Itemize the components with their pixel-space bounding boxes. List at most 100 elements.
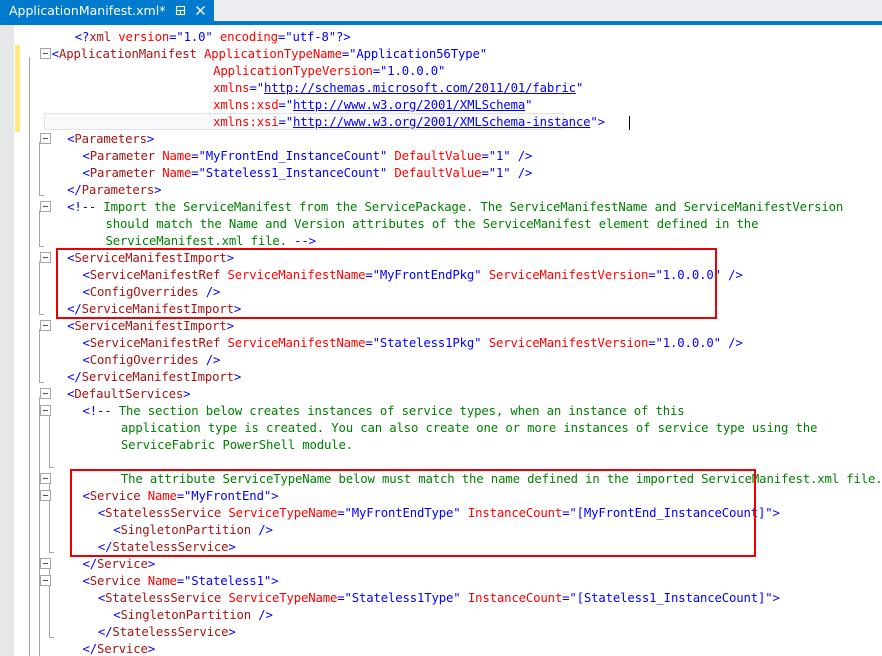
code-token-val: "[MyFrontEnd_InstanceCount]" xyxy=(569,506,772,520)
code-token-tag: ApplicationManifest xyxy=(59,47,197,61)
code-token-val: "1.0.0.0" xyxy=(380,64,445,78)
code-token-punct: > xyxy=(147,132,154,146)
code-token-attr: ServiceTypeName xyxy=(228,591,337,605)
code-token-punct: </ xyxy=(67,183,82,197)
code-text-layer[interactable]: <?xml version="1.0" encoding="utf-8"?><A… xyxy=(0,25,882,656)
code-token-val: "1.0.0.0" xyxy=(656,268,721,282)
code-line[interactable]: xmlns:xsd="http://www.w3.org/2001/XMLSch… xyxy=(213,97,532,114)
code-token-punct: > xyxy=(598,115,605,129)
code-token-val: "MyFrontEnd" xyxy=(184,489,271,503)
code-token-punct: > xyxy=(148,557,155,571)
code-line[interactable]: <SingletonPartition /> xyxy=(113,607,273,624)
code-line[interactable]: <StatelessService ServiceTypeName="State… xyxy=(98,590,780,607)
code-token-attr: ServiceTypeName xyxy=(228,506,337,520)
code-token-cdelim: <!-- xyxy=(82,404,111,418)
code-token-punct: = xyxy=(249,81,256,95)
code-token-punct: = xyxy=(365,336,372,350)
code-token-tag: ServiceManifestImport xyxy=(82,302,234,316)
code-token-val: "1.0" xyxy=(176,30,212,44)
code-line[interactable]: <ConfigOverrides /> xyxy=(82,352,220,369)
code-token-text xyxy=(481,268,488,282)
code-editor-surface[interactable]: <?xml version="1.0" encoding="utf-8"?><A… xyxy=(0,25,882,656)
code-line[interactable]: should match the Name and Version attrib… xyxy=(106,216,759,233)
code-token-tag: ServiceManifestImport xyxy=(74,319,226,333)
code-token-punct: </ xyxy=(82,642,97,656)
code-token-punct: /> xyxy=(258,523,273,537)
code-token-attr: xmlns xyxy=(213,81,249,95)
code-line[interactable]: <StatelessService ServiceTypeName="MyFro… xyxy=(98,505,780,522)
code-token-text xyxy=(461,506,468,520)
code-token-text xyxy=(197,47,204,61)
code-token-punct: > xyxy=(227,319,234,333)
code-token-val: " xyxy=(286,115,293,129)
code-line[interactable]: </StatelessService> xyxy=(98,624,236,641)
code-token-attr: ApplicationTypeName xyxy=(204,47,342,61)
code-token-punct: < xyxy=(82,489,89,503)
code-token-val: "[Stateless1_InstanceCount]" xyxy=(569,591,772,605)
code-token-text xyxy=(510,149,517,163)
code-token-tag: ServiceManifestImport xyxy=(74,251,226,265)
code-token-comment: The attribute ServiceTypeName below must… xyxy=(121,472,882,486)
code-token-punct: = xyxy=(177,489,184,503)
code-token-punct: </ xyxy=(82,557,97,571)
code-line[interactable]: </Parameters> xyxy=(67,182,161,199)
code-line[interactable]: <ServiceManifestImport> xyxy=(67,318,234,335)
code-token-punct: /> xyxy=(728,336,743,350)
code-token-punct: = xyxy=(191,149,198,163)
code-line[interactable]: The attribute ServiceTypeName below must… xyxy=(121,471,882,488)
code-token-text xyxy=(220,268,227,282)
code-token-comment: ServiceManifest.xml file. xyxy=(106,234,295,248)
code-line[interactable]: <ApplicationManifest ApplicationTypeName… xyxy=(52,46,487,63)
code-line[interactable]: </ServiceManifestImport> xyxy=(67,369,241,386)
code-line[interactable]: <DefaultServices> xyxy=(67,386,190,403)
code-line[interactable]: <!-- Import the ServiceManifest from the… xyxy=(67,199,843,216)
code-line[interactable]: <?xml version="1.0" encoding="utf-8"?> xyxy=(75,29,351,46)
code-token-tag: StatelessService xyxy=(105,591,221,605)
pin-icon[interactable] xyxy=(174,4,187,17)
code-line[interactable]: <!-- The section below creates instances… xyxy=(82,403,684,420)
code-token-val: " xyxy=(590,115,597,129)
code-token-attr: Name xyxy=(148,574,177,588)
code-line[interactable]: <ServiceManifestImport> xyxy=(67,250,234,267)
code-line[interactable]: </Service> xyxy=(82,641,155,656)
code-token-tag: ServiceManifestRef xyxy=(90,336,221,350)
code-line[interactable]: <Parameter Name="MyFrontEnd_InstanceCoun… xyxy=(82,148,532,165)
code-token-punct: > xyxy=(271,489,278,503)
code-token-punct: = xyxy=(481,149,488,163)
code-line[interactable]: <Service Name="Stateless1"> xyxy=(82,573,278,590)
tab-application-manifest-xml[interactable]: ApplicationManifest.xml* xyxy=(0,0,214,21)
code-token-comment: ServiceFabric PowerShell module. xyxy=(121,438,353,452)
code-token-text xyxy=(199,285,206,299)
code-token-punct: > xyxy=(154,183,161,197)
code-line[interactable]: </Service> xyxy=(82,556,155,573)
code-line[interactable]: ServiceFabric PowerShell module. xyxy=(121,437,353,454)
code-token-val: " xyxy=(576,81,583,95)
code-line[interactable]: ApplicationTypeVersion="1.0.0.0" xyxy=(213,63,445,80)
code-token-attr: ServiceManifestName xyxy=(228,336,366,350)
code-token-punct: /> xyxy=(518,166,533,180)
code-line[interactable]: <SingletonPartition /> xyxy=(113,522,273,539)
code-line[interactable]: <ServiceManifestRef ServiceManifestName=… xyxy=(82,267,742,284)
code-line[interactable]: </ServiceManifestImport> xyxy=(67,301,241,318)
code-line[interactable]: <ServiceManifestRef ServiceManifestName=… xyxy=(82,335,742,352)
code-token-val: " xyxy=(525,98,532,112)
code-token-punct: /> xyxy=(518,149,533,163)
code-token-punct: < xyxy=(82,336,89,350)
code-token-punct: > xyxy=(183,387,190,401)
code-token-attr: ServiceManifestVersion xyxy=(489,268,649,282)
close-icon[interactable] xyxy=(194,4,207,17)
code-line[interactable]: application type is created. You can als… xyxy=(121,420,817,437)
code-line[interactable]: xmlns="http://schemas.microsoft.com/2011… xyxy=(213,80,583,97)
code-token-val: "utf-8" xyxy=(285,30,336,44)
code-line[interactable]: ServiceManifest.xml file. --> xyxy=(106,233,316,250)
code-line[interactable]: <ConfigOverrides /> xyxy=(82,284,220,301)
code-line[interactable]: </StatelessService> xyxy=(98,539,236,556)
code-line[interactable]: <Parameter Name="Stateless1_InstanceCoun… xyxy=(82,165,532,182)
code-line[interactable]: <Service Name="MyFrontEnd"> xyxy=(82,488,278,505)
tab-title: ApplicationManifest.xml* xyxy=(9,0,165,21)
code-token-text xyxy=(461,591,468,605)
code-token-tag: ConfigOverrides xyxy=(90,353,199,367)
code-line[interactable]: <Parameters> xyxy=(67,131,154,148)
code-token-attr: ServiceManifestName xyxy=(228,268,366,282)
code-line[interactable]: xmlns:xsi="http://www.w3.org/2001/XMLSch… xyxy=(213,114,605,131)
